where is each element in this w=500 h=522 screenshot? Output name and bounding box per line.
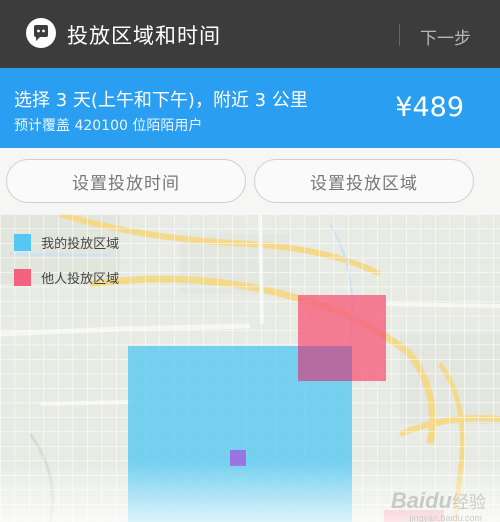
watermark: Baidu经验 jingyan.baidu.com: [390, 488, 486, 522]
legend-item-mine: 我的投放区域: [14, 232, 119, 252]
page-title: 投放区域和时间: [67, 24, 221, 48]
header-divider: [399, 24, 400, 46]
settings-button-bar: 设置投放时间 设置投放区域: [0, 148, 500, 214]
price-label: ¥489: [395, 92, 464, 123]
legend-label-mine: 我的投放区域: [41, 237, 120, 252]
selection-summary: 选择 3 天(上午和下午)，附近 3 公里: [14, 90, 308, 111]
order-summary-banner: 选择 3 天(上午和下午)，附近 3 公里 预计覆盖 420100 位陌陌用户 …: [0, 68, 500, 148]
set-time-button[interactable]: 设置投放时间: [6, 159, 246, 203]
legend-swatch-mine: [14, 234, 31, 251]
map-view[interactable]: 我的投放区域 他人投放区域 Baidu经验 jingyan.baidu.com: [0, 214, 500, 522]
watermark-url: jingyan.baidu.com: [409, 513, 482, 522]
overlap-zone: [298, 346, 352, 381]
watermark-suffix: 经验: [452, 493, 486, 512]
legend-item-others: 他人投放区域: [14, 267, 119, 287]
set-area-button[interactable]: 设置投放区域: [254, 159, 474, 203]
chat-bubble-icon: [26, 18, 56, 48]
legend-label-others: 他人投放区域: [41, 272, 120, 287]
legend-swatch-others: [14, 269, 31, 286]
next-step-button[interactable]: 下一步: [420, 24, 471, 49]
watermark-brand: Baidu: [390, 488, 452, 513]
top-bar: 投放区域和时间 下一步: [0, 0, 500, 68]
coverage-estimate: 预计覆盖 420100 位陌陌用户: [14, 118, 203, 134]
